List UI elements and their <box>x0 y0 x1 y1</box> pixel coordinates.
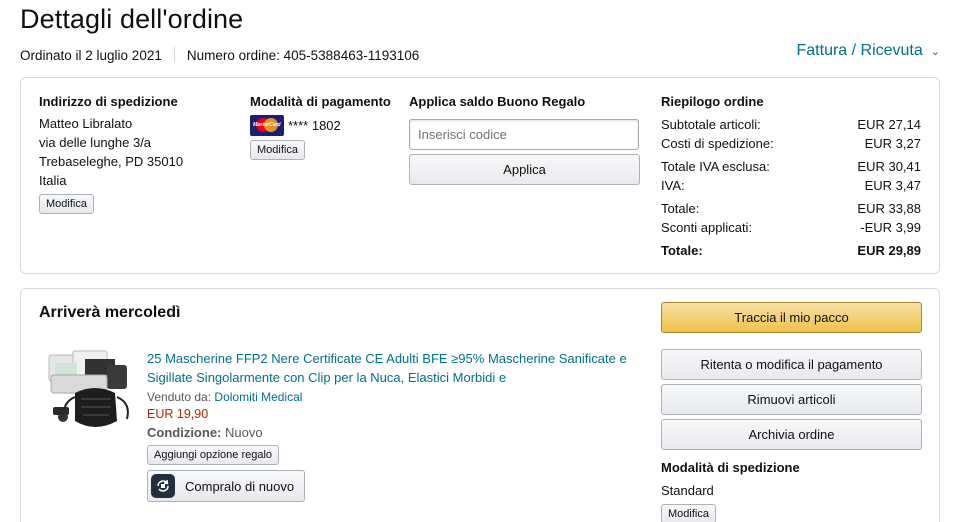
sold-by-label: Venduto da: <box>147 390 212 404</box>
order-number: Numero ordine: 405-5388463-1193106 <box>186 47 420 63</box>
order-date: Ordinato il 2 luglio 2021 <box>20 47 162 63</box>
address-line: Trebaseleghe, PD 35010 <box>39 154 184 169</box>
condition-value: Nuovo <box>225 425 263 440</box>
condition-label: Condizione: <box>147 425 222 440</box>
summary-row: Totale: EUR 33,88 <box>661 201 921 216</box>
order-info-card: Indirizzo di spedizione Matteo Libralato… <box>20 77 940 274</box>
summary-row: Sconti applicati: -EUR 3,99 <box>661 220 921 235</box>
summary-label: Sconti applicati: <box>661 220 753 235</box>
buy-again-icon <box>151 474 175 498</box>
sold-by: Venduto da: Dolomiti Medical <box>147 390 637 404</box>
summary-value: EUR 27,14 <box>857 117 921 132</box>
edit-shipping-method-button[interactable]: Modifica <box>661 504 716 522</box>
summary-label: Subtotale articoli: <box>661 117 761 132</box>
address-line: Italia <box>39 173 67 188</box>
summary-label: Totale IVA esclusa: <box>661 159 770 174</box>
address-line: Matteo Libralato <box>39 116 133 131</box>
summary-title: Riepilogo ordine <box>661 94 764 109</box>
payment-title: Modalità di pagamento <box>250 94 391 109</box>
summary-value: -EUR 3,99 <box>860 220 921 235</box>
meta-divider <box>173 47 175 63</box>
summary-label: Costi di spedizione: <box>661 136 774 151</box>
summary-label: Totale: <box>661 243 703 258</box>
invoice-link-label[interactable]: Fattura / Ricevuta <box>797 42 923 60</box>
add-gift-option-button[interactable]: Aggiungi opzione regalo <box>147 445 280 465</box>
card-number: **** 1802 <box>288 118 341 133</box>
summary-row: Costi di spedizione: EUR 3,27 <box>661 136 921 151</box>
retry-payment-button[interactable]: Ritenta o modifica il pagamento <box>661 349 922 380</box>
seller-link[interactable]: Dolomiti Medical <box>214 390 302 404</box>
summary-row: Subtotale articoli: EUR 27,14 <box>661 117 921 132</box>
remove-items-button[interactable]: Rimuovi articoli <box>661 384 922 415</box>
order-meta: Ordinato il 2 luglio 2021 Numero ordine:… <box>20 47 419 63</box>
edit-address-button[interactable]: Modifica <box>39 194 94 214</box>
summary-row: Totale IVA esclusa: EUR 30,41 <box>661 159 921 174</box>
product-title-link[interactable]: 25 Mascherine FFP2 Nere Certificate CE A… <box>147 349 637 387</box>
product-details: 25 Mascherine FFP2 Nere Certificate CE A… <box>147 349 637 503</box>
shipping-address-section: Indirizzo di spedizione Matteo Libralato… <box>39 94 183 214</box>
summary-label: IVA: <box>661 178 685 193</box>
buy-again-button[interactable]: Compralo di nuovo <box>147 470 306 502</box>
shipping-method-title: Modalità di spedizione <box>661 460 800 475</box>
gift-card-title: Applica saldo Buono Regalo <box>409 94 586 109</box>
track-package-button[interactable]: Traccia il mio pacco <box>661 302 922 333</box>
mastercard-icon: MasterCard <box>250 115 284 136</box>
summary-value: EUR 29,89 <box>857 243 921 258</box>
delivery-status: Arriverà mercoledì <box>39 304 181 321</box>
product-price: EUR 19,90 <box>147 407 209 421</box>
product-image[interactable] <box>45 347 137 439</box>
apply-gift-button[interactable]: Applica <box>409 154 640 185</box>
shipping-method-value: Standard <box>661 483 714 498</box>
summary-value: EUR 30,41 <box>857 159 921 174</box>
summary-total-row: Totale: EUR 29,89 <box>661 243 921 258</box>
buy-again-label: Compralo di nuovo <box>185 478 295 494</box>
shipment-card: Arriverà mercoledì 25 Mascherine FFP2 Ne… <box>20 288 940 522</box>
address-line: via delle lunghe 3/a <box>39 135 152 150</box>
chevron-down-icon: ⌄ <box>930 45 940 58</box>
summary-value: EUR 3,47 <box>864 178 921 193</box>
summary-label: Totale: <box>661 201 700 216</box>
gift-code-input[interactable] <box>409 119 639 150</box>
summary-value: EUR 33,88 <box>857 201 921 216</box>
summary-value: EUR 3,27 <box>864 136 921 151</box>
payment-section: Modalità di pagamento MasterCard **** 18… <box>250 94 391 160</box>
condition: Condizione: Nuovo <box>147 425 637 440</box>
summary-row: IVA: EUR 3,47 <box>661 178 921 193</box>
invoice-dropdown[interactable]: Fattura / Ricevuta ⌄ <box>797 42 941 60</box>
edit-payment-button[interactable]: Modifica <box>250 140 305 160</box>
page-title: Dettagli dell'ordine <box>20 4 244 34</box>
shipping-address-title: Indirizzo di spedizione <box>39 94 178 109</box>
shipping-address-lines: Matteo Libralato via delle lunghe 3/a Tr… <box>39 114 183 190</box>
archive-order-button[interactable]: Archivia ordine <box>661 419 922 450</box>
